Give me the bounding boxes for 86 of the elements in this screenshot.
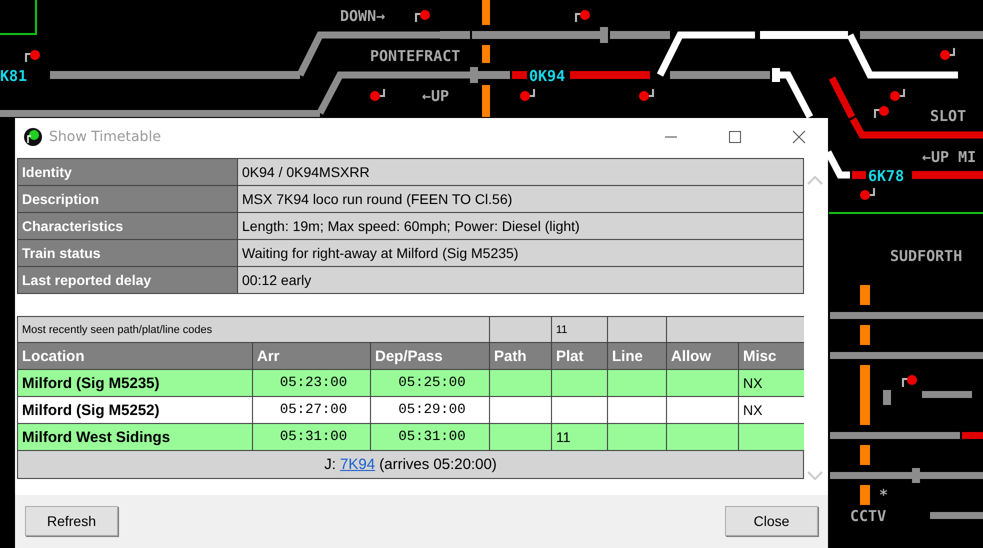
signal-icon[interactable] — [25, 50, 40, 62]
column-header: Path — [490, 343, 551, 369]
table-cell: 05:23:00 — [253, 370, 370, 396]
column-header: Misc — [739, 343, 804, 369]
info-value: Length: 19m; Max speed: 60mph; Power: Diesel (light) — [238, 213, 803, 239]
table-cell — [667, 397, 738, 423]
boundary-line — [0, 0, 37, 35]
table-cell: 05:27:00 — [253, 397, 370, 423]
track-label: SUDFORTH — [890, 247, 962, 265]
signal-icon[interactable] — [639, 89, 654, 101]
table-cell — [608, 370, 666, 396]
signal-icon[interactable] — [890, 89, 905, 101]
train-id-label: 0K94 — [529, 67, 566, 85]
info-label: Identity — [18, 159, 237, 185]
signal-icon — [23, 126, 43, 146]
timetable-row[interactable]: Milford (Sig M5235) 05:23:00 05:25:00 NX — [18, 370, 803, 396]
table-cell — [608, 424, 666, 450]
info-label: Last reported delay — [18, 267, 237, 293]
signal-icon[interactable] — [860, 188, 875, 200]
train-link[interactable]: 7K94 — [340, 456, 376, 473]
column-header: Plat — [552, 343, 607, 369]
column-header: Allow — [667, 343, 738, 369]
signal-icon[interactable] — [940, 48, 955, 60]
table-cell: Milford (Sig M5235) — [18, 370, 252, 396]
table-cell: Milford West Sidings — [18, 424, 252, 450]
table-cell — [608, 317, 666, 342]
column-header: Arr — [253, 343, 370, 369]
join-note: J: 7K94 (arrives 05:20:00) — [324, 456, 497, 473]
train-id-label: K81 — [0, 67, 28, 85]
table-cell: 11 — [552, 424, 607, 450]
table-cell — [667, 370, 738, 396]
table-cell — [490, 424, 551, 450]
table-cell — [490, 317, 551, 342]
signal-icon[interactable] — [415, 10, 430, 22]
crossing-marker — [482, 85, 490, 117]
table-cell: Milford (Sig M5252) — [18, 397, 252, 423]
dialog-button[interactable]: Refresh — [25, 506, 118, 536]
info-value: Waiting for right-away at Milford (Sig M5235) — [238, 240, 803, 266]
info-label: Train status — [18, 240, 237, 266]
table-cell: 11 — [552, 317, 607, 342]
crossing-marker — [860, 325, 870, 345]
table-cell: NX — [739, 370, 804, 396]
table-cell: 05:31:00 — [253, 424, 370, 450]
track-label: SLOT — [930, 107, 966, 125]
track-label: * — [879, 486, 888, 504]
track-label: PONTEFRACT — [370, 47, 460, 65]
table-cell — [490, 397, 551, 423]
track-label: ←UP MI — [922, 148, 976, 166]
crossing-marker — [860, 365, 870, 425]
signal-icon[interactable] — [575, 10, 590, 22]
signal-icon[interactable] — [874, 106, 889, 118]
crossing-marker — [860, 445, 870, 465]
table-cell: NX — [739, 397, 804, 423]
table-cell: 05:31:00 — [371, 424, 489, 450]
table-cell — [667, 424, 738, 450]
table-cell: Most recently seen path/plat/line codes — [18, 317, 489, 342]
column-header: Dep/Pass — [371, 343, 489, 369]
window-title: Show Timetable — [49, 128, 162, 144]
timetable-row[interactable]: Milford West Sidings 05:31:00 05:31:00 11 — [18, 424, 803, 450]
info-value: 00:12 early — [238, 267, 803, 293]
crossing-marker — [482, 45, 490, 63]
train-id-label: 6K78 — [868, 167, 904, 185]
crossing-marker — [482, 0, 490, 25]
column-header: Location — [18, 343, 252, 369]
info-label: Description — [18, 186, 237, 212]
info-value: MSX 7K94 loco run round (FEEN TO Cl.56) — [238, 186, 803, 212]
info-value: 0K94 / 0K94MSXRR — [238, 159, 803, 185]
timetable-row[interactable]: Milford (Sig M5252) 05:27:00 05:29:00 NX — [18, 397, 803, 423]
table-cell — [739, 424, 804, 450]
info-label: Characteristics — [18, 213, 237, 239]
crossing-marker — [860, 485, 870, 505]
signal-icon[interactable] — [520, 89, 535, 101]
crossing-marker — [860, 285, 870, 305]
table-cell: 05:25:00 — [371, 370, 489, 396]
dialog-button[interactable]: Close — [725, 506, 818, 536]
table-cell — [552, 370, 607, 396]
track-label: CCTV — [850, 507, 886, 525]
column-header: Line — [608, 343, 666, 369]
track-label: DOWN→ — [340, 7, 386, 25]
table-cell: 05:29:00 — [371, 397, 489, 423]
table-cell — [490, 370, 551, 396]
table-cell — [552, 397, 607, 423]
table-cell — [608, 397, 666, 423]
signal-icon[interactable] — [370, 89, 385, 101]
signal-icon[interactable] — [902, 375, 917, 387]
track-label: ←UP — [422, 87, 450, 105]
